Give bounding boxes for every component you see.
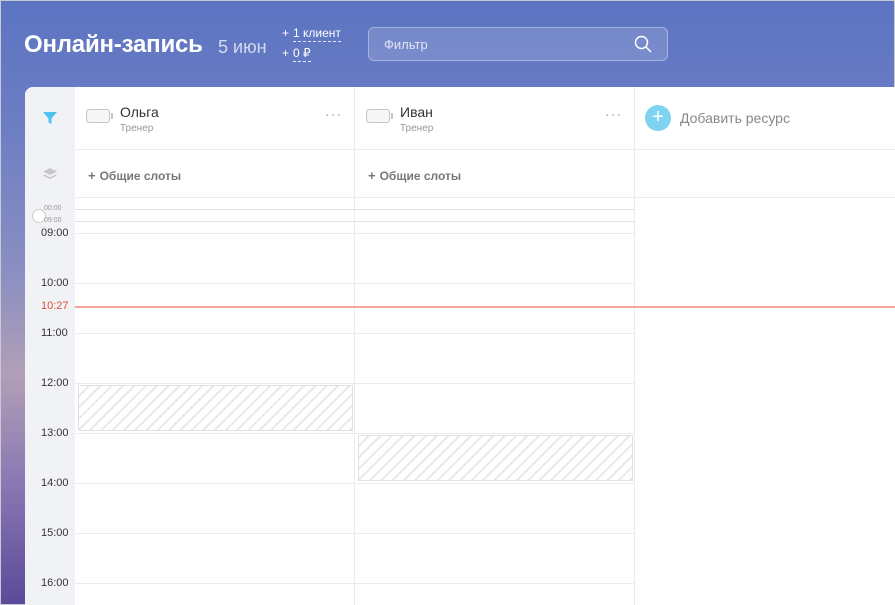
money-amount[interactable]: 0 ₽: [293, 46, 311, 62]
time-label: 12:00: [41, 377, 69, 389]
current-time-line: [75, 306, 895, 308]
battery-icon: [366, 109, 393, 123]
shared-slots-cell: + Общие слоты: [75, 150, 355, 198]
filter-input[interactable]: [368, 27, 668, 61]
clients-plus: +: [282, 26, 290, 40]
shared-slots-button[interactable]: + Общие слоты: [368, 168, 461, 183]
time-label: 13:00: [41, 427, 69, 439]
clients-count[interactable]: 1 клиент: [293, 26, 341, 42]
battery-icon: [86, 109, 113, 123]
shared-slots-label: Общие слоты: [99, 169, 182, 183]
grid-line: [75, 383, 635, 384]
page-title: Онлайн-запись: [24, 31, 203, 58]
time-column: 00:00 09:00 09:00 10:00 11:00 12:00 13:0…: [25, 87, 75, 605]
compact-time-start: 00:00: [44, 205, 62, 212]
shared-slots-empty: [635, 150, 895, 198]
resource-role: Тренер: [120, 123, 154, 134]
shared-slots-cell: + Общие слоты: [355, 150, 635, 198]
more-icon[interactable]: ···: [325, 107, 342, 121]
clients-stat[interactable]: +1 клиент: [282, 26, 341, 42]
filter-icon[interactable]: [42, 110, 58, 126]
grid-line: [75, 533, 635, 534]
time-label: 09:00: [41, 227, 69, 239]
schedule-column-ivan[interactable]: [355, 198, 635, 605]
more-icon[interactable]: ···: [605, 107, 622, 121]
resource-header-ivan[interactable]: Иван Тренер ···: [355, 87, 635, 150]
current-time-label: 10:27: [41, 300, 69, 312]
date-label[interactable]: 5 июн: [218, 37, 267, 58]
search-icon[interactable]: [634, 35, 652, 53]
grid-line: [75, 283, 635, 284]
plus-icon: +: [645, 105, 671, 131]
time-label: 15:00: [41, 527, 69, 539]
schedule-panel: 00:00 09:00 09:00 10:00 11:00 12:00 13:0…: [25, 87, 895, 605]
plus-icon: +: [368, 168, 376, 183]
money-plus: +: [282, 46, 290, 60]
busy-slot[interactable]: [358, 435, 633, 481]
grid-line: [75, 209, 635, 210]
plus-icon: +: [88, 168, 96, 183]
time-label: 16:00: [41, 577, 69, 589]
money-stat[interactable]: +0 ₽: [282, 46, 311, 62]
compact-time-end: 09:00: [44, 217, 62, 224]
add-resource-button[interactable]: + Добавить ресурс: [635, 87, 895, 150]
shared-slots-label: Общие слоты: [379, 169, 462, 183]
grid-line: [75, 333, 635, 334]
resource-name: Иван: [400, 104, 433, 120]
busy-slot[interactable]: [78, 385, 353, 431]
grid-line: [75, 583, 635, 584]
grid-line: [75, 483, 635, 484]
time-label: 14:00: [41, 477, 69, 489]
time-label: 10:00: [41, 277, 69, 289]
time-label: 11:00: [41, 327, 68, 339]
shared-slots-button[interactable]: + Общие слоты: [88, 168, 181, 183]
grid-line: [75, 433, 635, 434]
resource-name: Ольга: [120, 104, 159, 120]
grid-line: [75, 221, 635, 222]
add-resource-label: Добавить ресурс: [680, 110, 790, 126]
layers-icon[interactable]: [42, 167, 58, 181]
resource-header-olga[interactable]: Ольга Тренер ···: [75, 87, 355, 150]
resource-role: Тренер: [400, 123, 434, 134]
grid-line: [75, 233, 635, 234]
